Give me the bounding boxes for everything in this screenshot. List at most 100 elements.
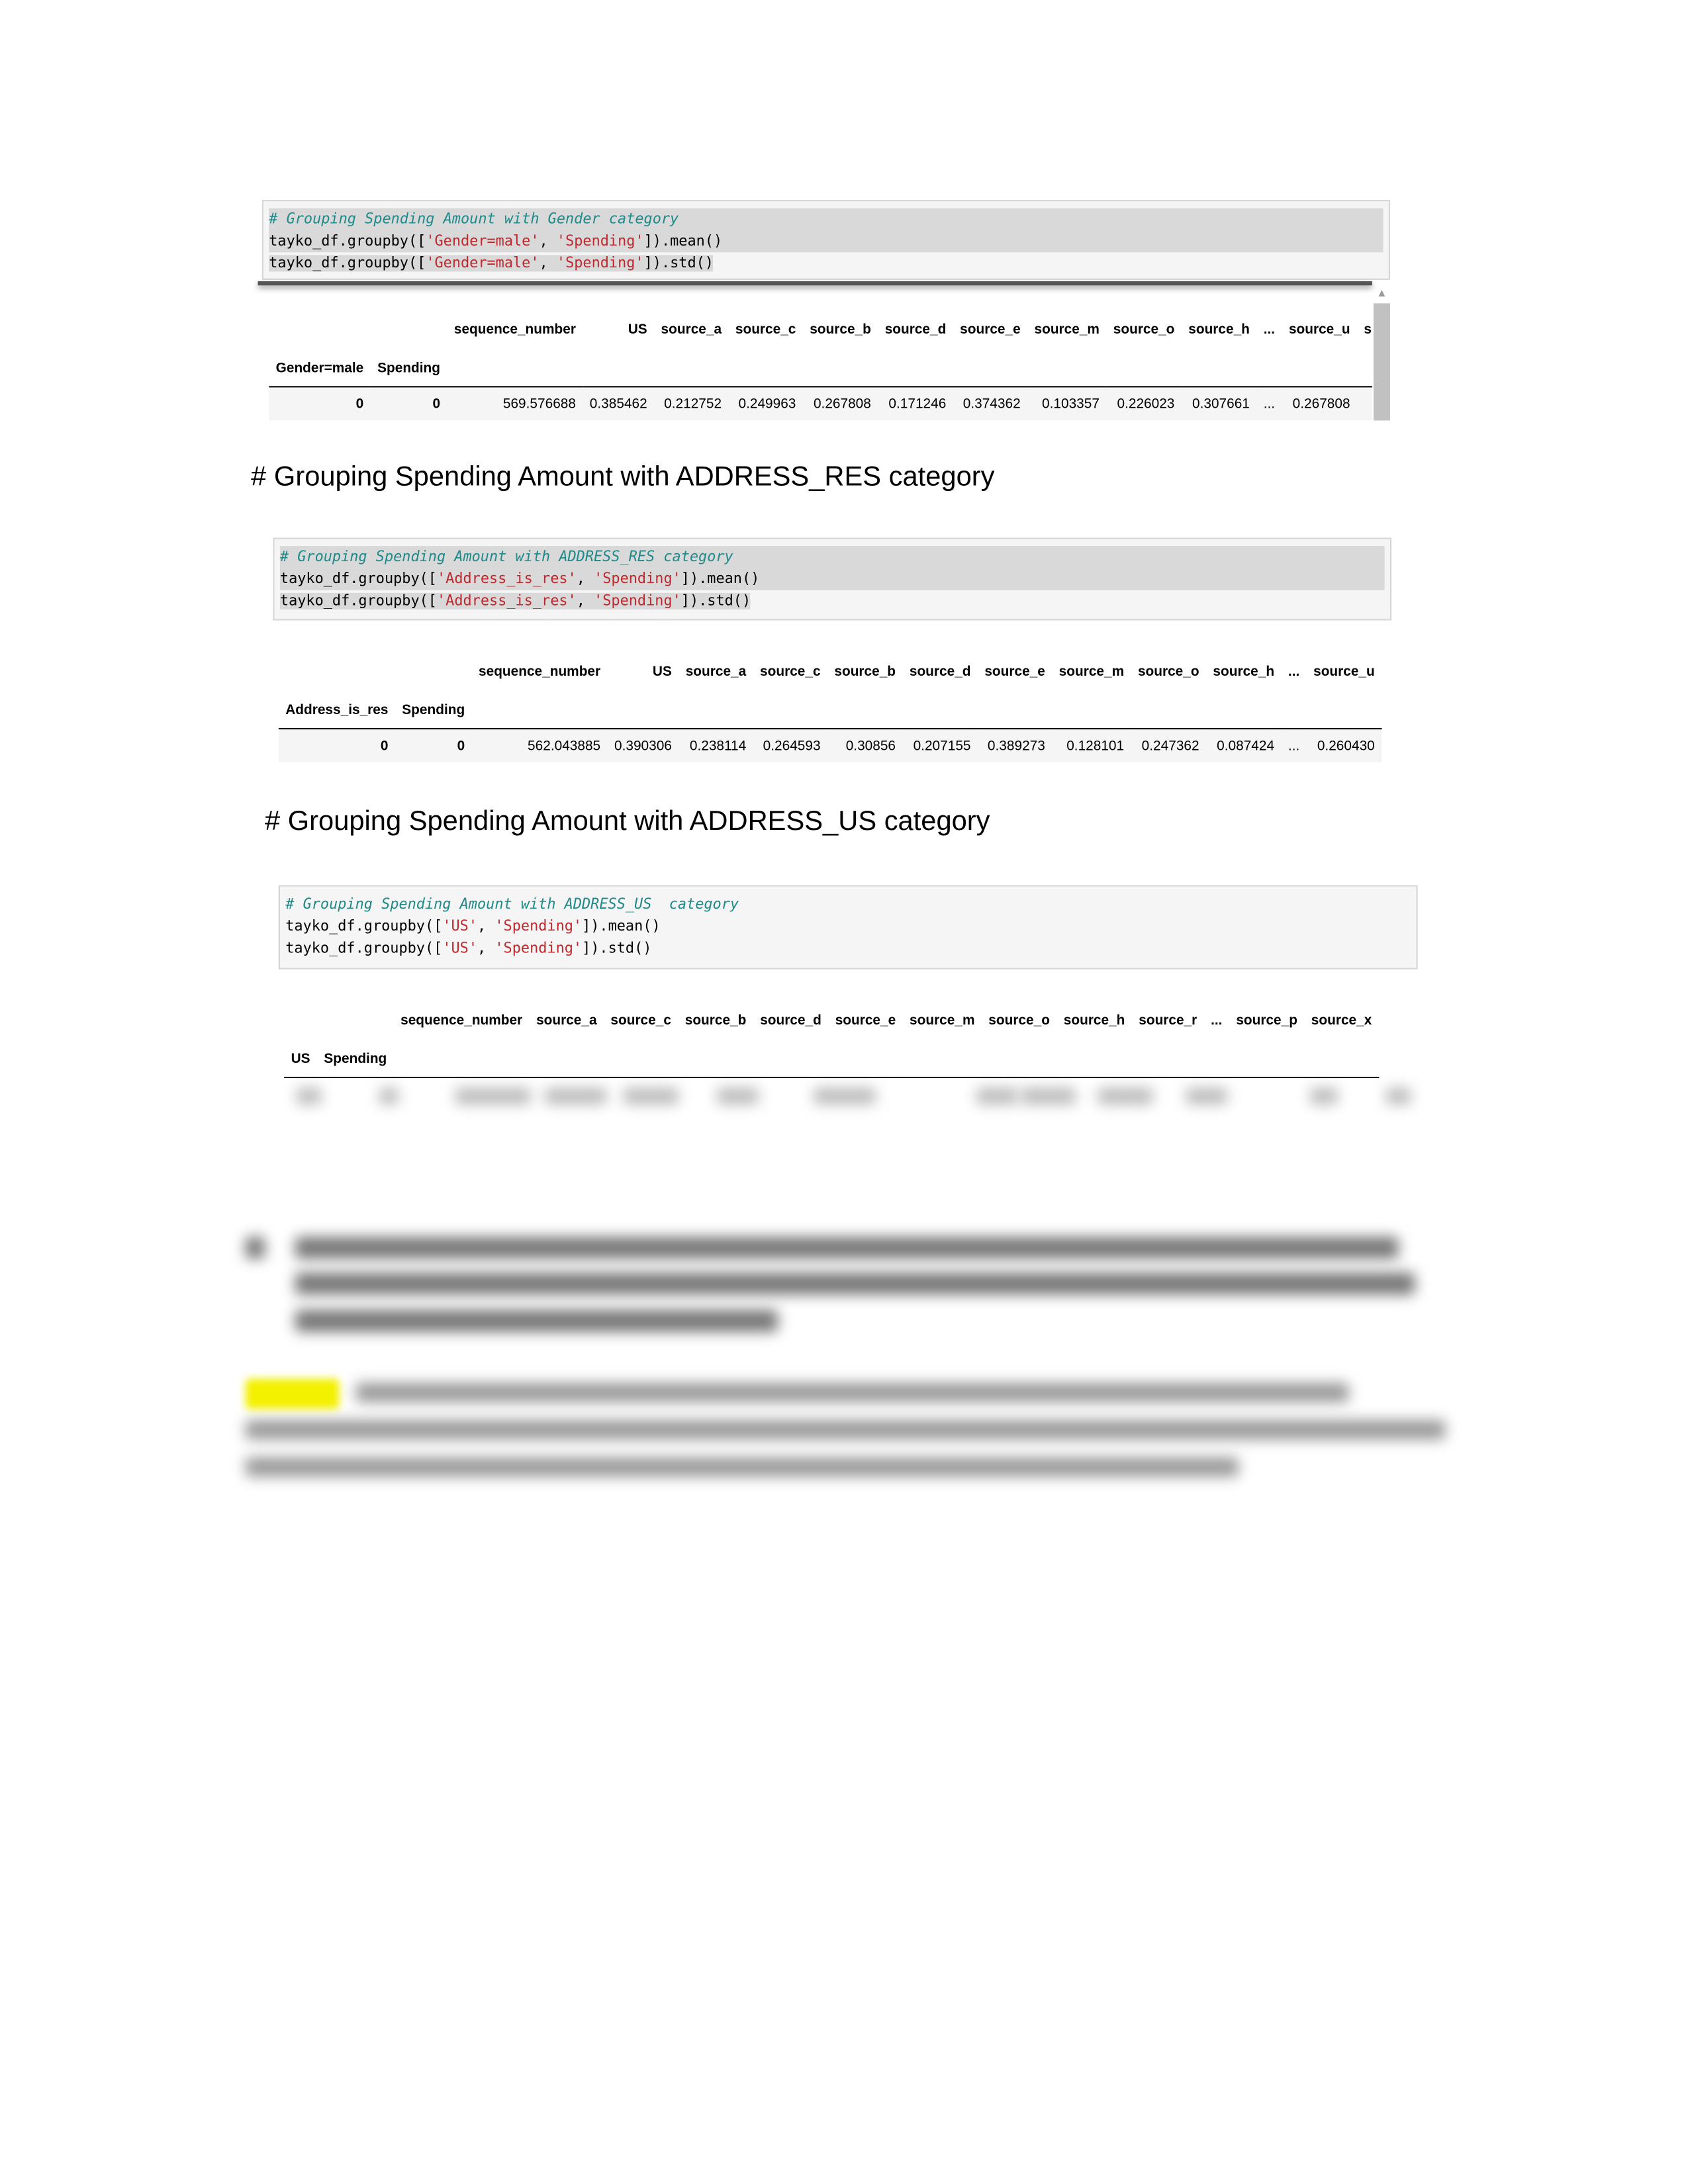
column-header: sequence_number [453,322,576,338]
column-header: source_o [1137,664,1199,680]
output-scrollbar[interactable] [1373,303,1390,421]
dataframe: sequence_number US source_a source_c source_… [278,651,1382,763]
index-name: Gender=male [275,360,364,376]
column-header: source_o [988,1013,1050,1028]
empty-cell [1132,1041,1204,1077]
blurred-text-line [245,1236,265,1259]
column-header: sequence_number [479,664,601,680]
empty-cell [1204,1041,1229,1077]
string-literal: 'Spending' [594,570,681,588]
output-divider [258,281,1372,286]
column-header: source_c [760,664,821,680]
code-text: tayko_df.groupby([ [285,940,443,957]
column-header: source_d [760,1013,821,1028]
comment-text: # Grouping Spending Amount with ADDRESS_… [285,896,739,913]
cell-value: 0.390306 [607,729,679,763]
code-text: ]).mean() [680,570,760,588]
code-text: tayko_df.groupby([ [279,570,437,588]
blurred-cell [1385,1087,1411,1105]
string-literal: 'Address_is_res' [436,592,577,610]
empty-cell [803,350,878,387]
blurred-cell [1186,1087,1228,1105]
empty-cell [1304,1041,1378,1077]
code-text: , [477,918,495,935]
empty-cell [828,1041,902,1077]
cell-value: 0.267808 [802,387,878,421]
string-literal: 'Gender=male' [426,233,539,250]
column-header: source_r [1139,1013,1197,1028]
code-text: ]).mean() [643,233,723,250]
empty-cell [953,350,1027,387]
empty-cell [1206,692,1281,729]
column-header: source_m [1058,664,1125,680]
column-header: ... [1263,322,1276,338]
blurred-text-line [245,1457,1239,1477]
cell-value: 0.128101 [1052,729,1131,763]
cell-value: 0.226023 [1106,387,1182,421]
code-cell-address-us[interactable]: # Grouping Spending Amount with ADDRESS_… [278,885,1418,970]
empty-cell [1229,1041,1304,1077]
code-cell-gender[interactable]: # Grouping Spending Amount with Gender c… [261,200,1390,280]
blurred-cell [717,1087,759,1105]
cell-value: 0.374362 [953,387,1028,421]
cell-value: 0.249963 [728,387,803,421]
string-literal: 'Spending' [594,592,681,610]
empty-cell [903,1041,982,1077]
cell-value: 0.385462 [583,387,655,421]
cell-value: ... [1281,729,1307,763]
section-heading-address-us: # Grouping Spending Amount with ADDRESS_… [264,806,990,837]
empty-cell [1282,350,1357,387]
code-line-mean: tayko_df.groupby(['Address_is_res', 'Spe… [279,568,1385,590]
empty-cell [678,1041,753,1077]
index-name: US [291,1051,310,1067]
cell-value: 0.103357 [1027,387,1107,421]
empty-cell [679,692,753,729]
empty-header-cell [317,999,394,1040]
string-literal: 'Spending' [494,940,583,957]
blurred-text-line [295,1272,1415,1295]
empty-cell [1357,350,1372,387]
code-cell-address-res[interactable]: # Grouping Spending Amount with ADDRESS_… [273,537,1392,621]
empty-cell [1131,692,1206,729]
column-header: source_m [910,1013,975,1028]
empty-cell [1106,350,1181,387]
column-header: source_b [810,322,871,338]
output-table-address-us: sequence_number source_a source_c source_b s… [284,999,1417,1079]
blurred-text-line [295,1310,778,1332]
code-text: ]).std() [582,940,652,957]
column-header: source_e [835,1013,896,1028]
blurred-cell [976,1087,1018,1105]
empty-cell [1281,692,1306,729]
column-header: source_d [884,322,947,338]
empty-cell [978,692,1052,729]
cell-value: 0.30856 [827,729,903,763]
document-page: # Grouping Spending Amount with Gender c… [0,0,1688,2184]
string-literal: 'Spending' [556,255,644,272]
code-text: tayko_df.groupby([ [279,592,437,610]
code-line-std: tayko_df.groupby(['US', 'Spending']).std… [285,938,1411,960]
cell-value: 0.171246 [878,387,953,421]
empty-cell [472,692,608,729]
blurred-cell [1098,1087,1153,1105]
empty-cell [878,350,953,387]
blurred-text-line [355,1383,1349,1402]
empty-cell [447,350,583,387]
column-header: source_o [1113,322,1175,338]
blurred-text-line [245,1420,1446,1439]
code-text: , [539,233,557,250]
code-text: ]).std() [680,592,751,610]
code-text: , [477,940,495,957]
output-table-gender: sequence_number US source_a source_c source_… [269,309,1372,421]
column-header: source_u [1313,664,1375,680]
cell-value [1356,387,1372,421]
code-text: tayko_df.groupby([ [285,918,443,935]
index-value: 0 [395,729,472,763]
dataframe: sequence_number US source_a source_c source_… [269,309,1372,421]
code-line-mean: tayko_df.groupby(['US', 'Spending']).mea… [285,915,1411,937]
string-literal: 'Address_is_res' [436,570,577,588]
scroll-up-arrow-icon[interactable]: ▲ [1376,287,1387,299]
column-header: source_b [834,664,896,680]
index-name: Spending [377,360,441,376]
blurred-cell [814,1087,876,1105]
column-header: US [628,322,647,338]
